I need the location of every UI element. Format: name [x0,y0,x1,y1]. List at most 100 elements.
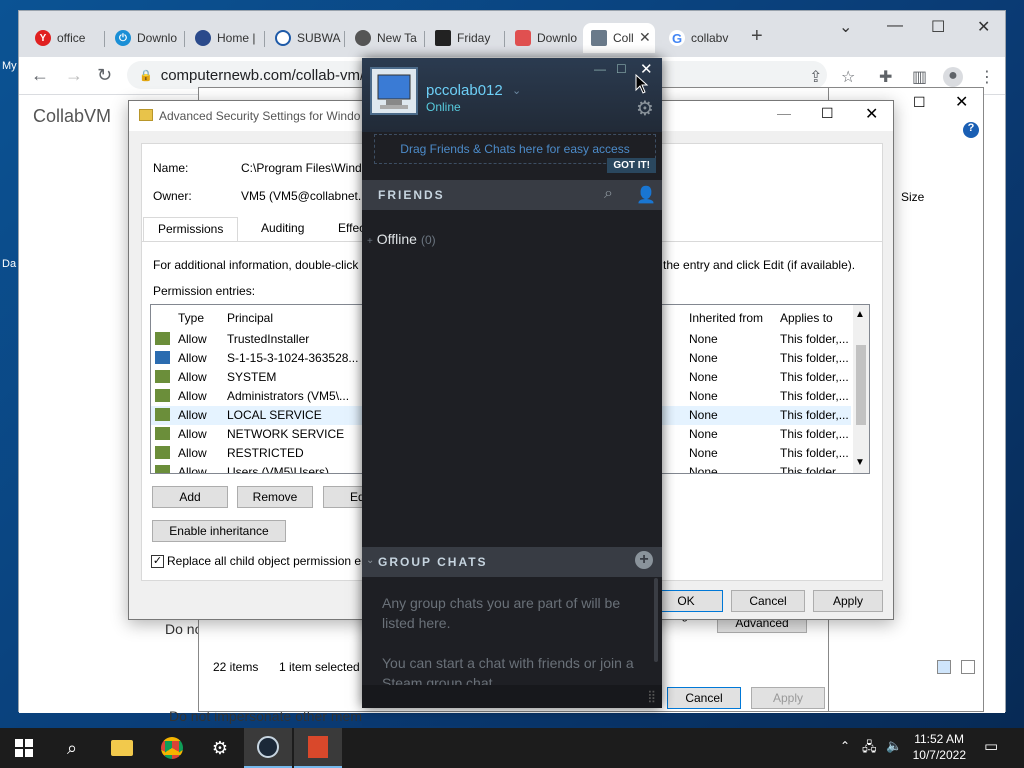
search-icon[interactable]: ⌕ [604,185,613,203]
tab-label: Coll [613,31,634,45]
browser-tab[interactable]: New Ta [347,23,423,53]
cell-inherited: None [689,370,718,384]
volume-icon[interactable]: 🔈 [886,738,902,754]
cell-type: Allow [178,465,207,474]
cell-principal: NETWORK SERVICE [227,427,345,441]
add-button[interactable]: Add [152,486,228,508]
browser-tab[interactable]: Home | [187,23,263,53]
cell-principal: TrustedInstaller [227,332,310,346]
cancel-button[interactable]: Cancel [667,687,741,709]
search-icon[interactable]: ⌕ [48,728,96,768]
got-it-button[interactable]: GOT IT! [607,158,656,173]
site-title: CollabVM [33,106,112,126]
app-icon[interactable] [294,728,342,768]
browser-tab[interactable]: Downlo [507,23,583,53]
browser-tab[interactable]: SUBWA [267,23,343,53]
profile-avatar-icon[interactable]: ● [943,67,963,87]
resize-grip-icon[interactable]: ⣿ [647,689,656,703]
tab-search-icon[interactable]: ⌄ [839,17,852,37]
users-icon [155,370,170,383]
remove-button[interactable]: Remove [237,486,313,508]
chevron-up-icon[interactable]: ⌃ [840,739,850,753]
back-icon[interactable]: ← [31,65,49,86]
menu-icon[interactable]: ⋮ [979,67,995,87]
reload-icon[interactable]: ↻ [97,65,112,86]
browser-tab[interactable]: ⏻ Downlo [107,23,183,53]
apply-button[interactable]: Apply [813,590,883,612]
maximize-icon[interactable]: ☐ [821,105,834,122]
apply-button[interactable]: Apply [751,687,825,709]
start-button[interactable] [0,728,48,768]
steam-icon[interactable] [244,728,292,768]
users-icon [155,446,170,459]
forward-icon[interactable]: → [65,65,83,86]
browser-tab[interactable]: Yoffice [27,23,103,53]
bookmark-star-icon[interactable]: ☆ [841,67,855,87]
edit-button[interactable]: Ed [323,486,365,508]
enable-inheritance-button[interactable]: Enable inheritance [152,520,286,542]
scrollbar-thumb[interactable] [654,578,658,662]
maximize-icon[interactable]: ☐ [913,94,926,111]
offline-group[interactable]: + Offline (0) [367,231,436,247]
cancel-button[interactable]: Cancel [731,590,805,612]
friends-section-header: FRIENDS ⌕ 👤 [362,180,662,210]
cell-type: Allow [178,389,207,403]
clock-date[interactable]: 10/7/2022 [913,748,966,762]
maximize-icon[interactable]: ☐ [931,17,945,37]
large-icons-view-icon[interactable] [961,660,975,674]
add-friend-icon[interactable]: 👤 [636,185,656,205]
tab-permissions[interactable]: Permissions [143,217,239,241]
column-header-applies[interactable]: Applies to [780,311,833,325]
share-icon[interactable]: ⇪ [809,67,822,87]
browser-tab[interactable]: Gcollabv [661,23,737,53]
tab-auditing[interactable]: Auditing [247,217,318,241]
browser-tab[interactable]: Friday [427,23,503,53]
extensions-icon[interactable]: ✚ [879,67,892,87]
info-text: For additional information, double-click [153,258,359,272]
minimize-icon[interactable]: — [887,17,903,35]
details-view-icon[interactable] [937,660,951,674]
settings-icon[interactable]: ⚙ [196,728,244,768]
steam-status: Online [426,100,461,114]
avatar[interactable] [370,67,418,115]
column-header-inherited[interactable]: Inherited from [689,311,763,325]
replace-checkbox[interactable]: ✓ [151,555,164,568]
scroll-thumb[interactable] [856,345,866,425]
network-icon[interactable]: 🖧 [862,738,877,760]
group-chats-header[interactable]: ⌄ GROUP CHATS + [362,547,662,577]
url-text: computernewb.com/collab-vm/r [160,66,370,84]
power-icon: ⏻ [115,30,131,46]
desktop-label: Da [2,258,17,270]
minimize-icon[interactable]: — [594,62,606,76]
help-icon[interactable]: ? [963,122,979,138]
scroll-down-icon[interactable]: ▼ [855,457,865,468]
cell-applies: This folder,... [780,389,849,403]
gear-icon[interactable]: ⚙ [636,96,654,121]
chrome-icon[interactable] [148,728,196,768]
maximize-icon[interactable]: ☐ [616,62,627,76]
scroll-up-icon[interactable]: ▲ [855,309,865,320]
column-header-principal[interactable]: Principal [227,311,273,325]
close-window-icon[interactable]: ✕ [977,17,990,37]
tab-separator [184,31,185,47]
notifications-icon[interactable]: ▭ [984,737,998,755]
tab-separator [424,31,425,47]
file-explorer-icon[interactable] [98,728,146,768]
offline-count: (0) [420,233,436,247]
dialog-title: Advanced Security Settings for Windo [159,109,361,123]
table-scrollbar[interactable]: ▲ ▼ [853,305,869,473]
column-header-type[interactable]: Type [178,311,204,325]
chevron-down-icon[interactable]: ⌄ [512,84,521,97]
sidebar-icon[interactable]: ▥ [912,67,927,87]
tab-separator [344,31,345,47]
steam-friends-window: pccolab012 ⌄ Online — ☐ ✕ ⚙ Drag Friends… [362,58,662,708]
steam-username[interactable]: pccolab012 [426,82,503,99]
app-package-icon [155,351,170,364]
close-tab-icon[interactable]: ✕ [639,29,651,46]
add-group-chat-icon[interactable]: + [635,551,653,569]
close-icon[interactable]: ✕ [865,104,878,124]
minimize-icon[interactable]: — [777,105,791,121]
close-icon[interactable]: ✕ [955,92,968,112]
new-tab-button[interactable]: + [751,25,763,48]
clock-time[interactable]: 11:52 AM [914,732,964,746]
